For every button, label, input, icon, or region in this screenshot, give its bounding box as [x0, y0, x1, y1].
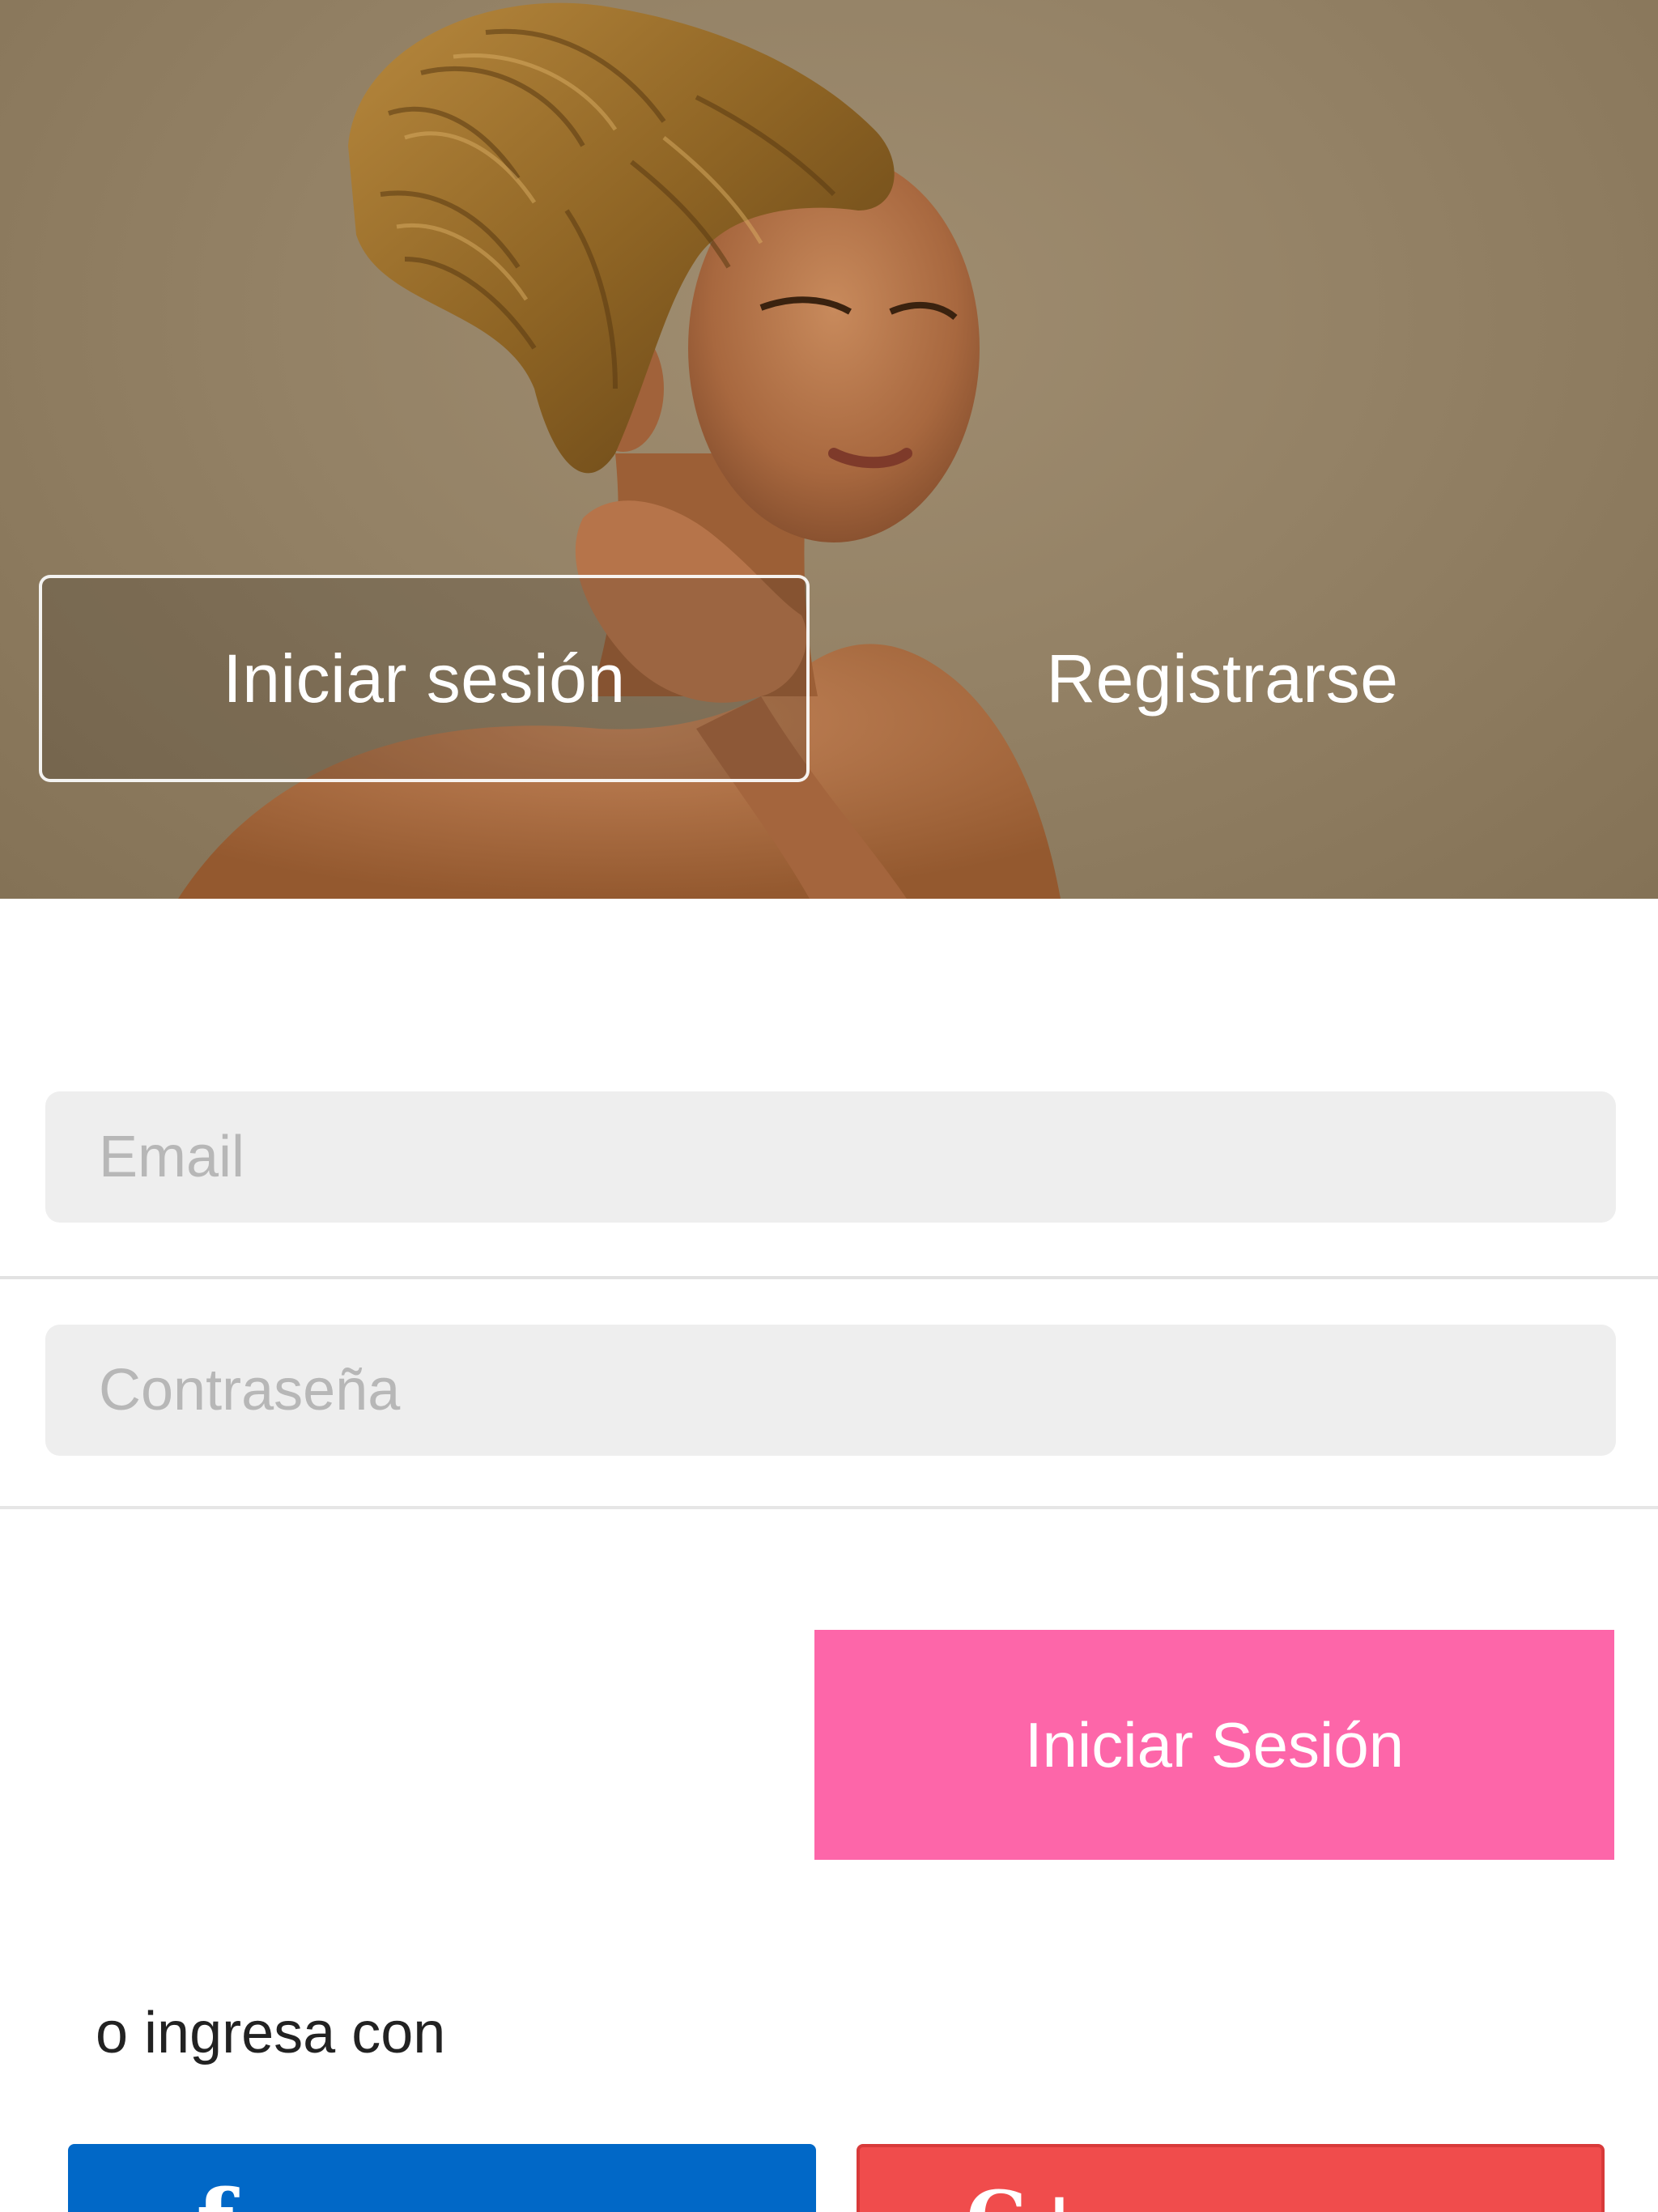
email-row — [0, 1069, 1658, 1279]
tab-login[interactable]: Iniciar sesión — [39, 575, 810, 782]
login-submit-button[interactable]: Iniciar Sesión — [814, 1630, 1614, 1860]
password-row — [0, 1281, 1658, 1509]
email-field[interactable] — [45, 1091, 1616, 1223]
tab-register[interactable]: Registrarse — [858, 575, 1587, 782]
login-submit-label: Iniciar Sesión — [1024, 1708, 1405, 1780]
password-field[interactable] — [45, 1325, 1616, 1456]
hero-banner: Iniciar sesión Registrarse — [0, 0, 1658, 899]
tab-register-label: Registrarse — [1046, 640, 1399, 717]
login-screen: Iniciar sesión Registrarse Iniciar Sesió… — [0, 0, 1658, 2212]
facebook-icon: f — [196, 2178, 234, 2212]
google-login-button[interactable]: G+ — [857, 2144, 1605, 2212]
social-login-caption: o ingresa con — [96, 2001, 446, 2065]
google-plus-icon: G+ — [967, 2181, 1090, 2212]
tab-login-label: Iniciar sesión — [223, 640, 626, 717]
facebook-login-button[interactable]: f — [68, 2144, 816, 2212]
